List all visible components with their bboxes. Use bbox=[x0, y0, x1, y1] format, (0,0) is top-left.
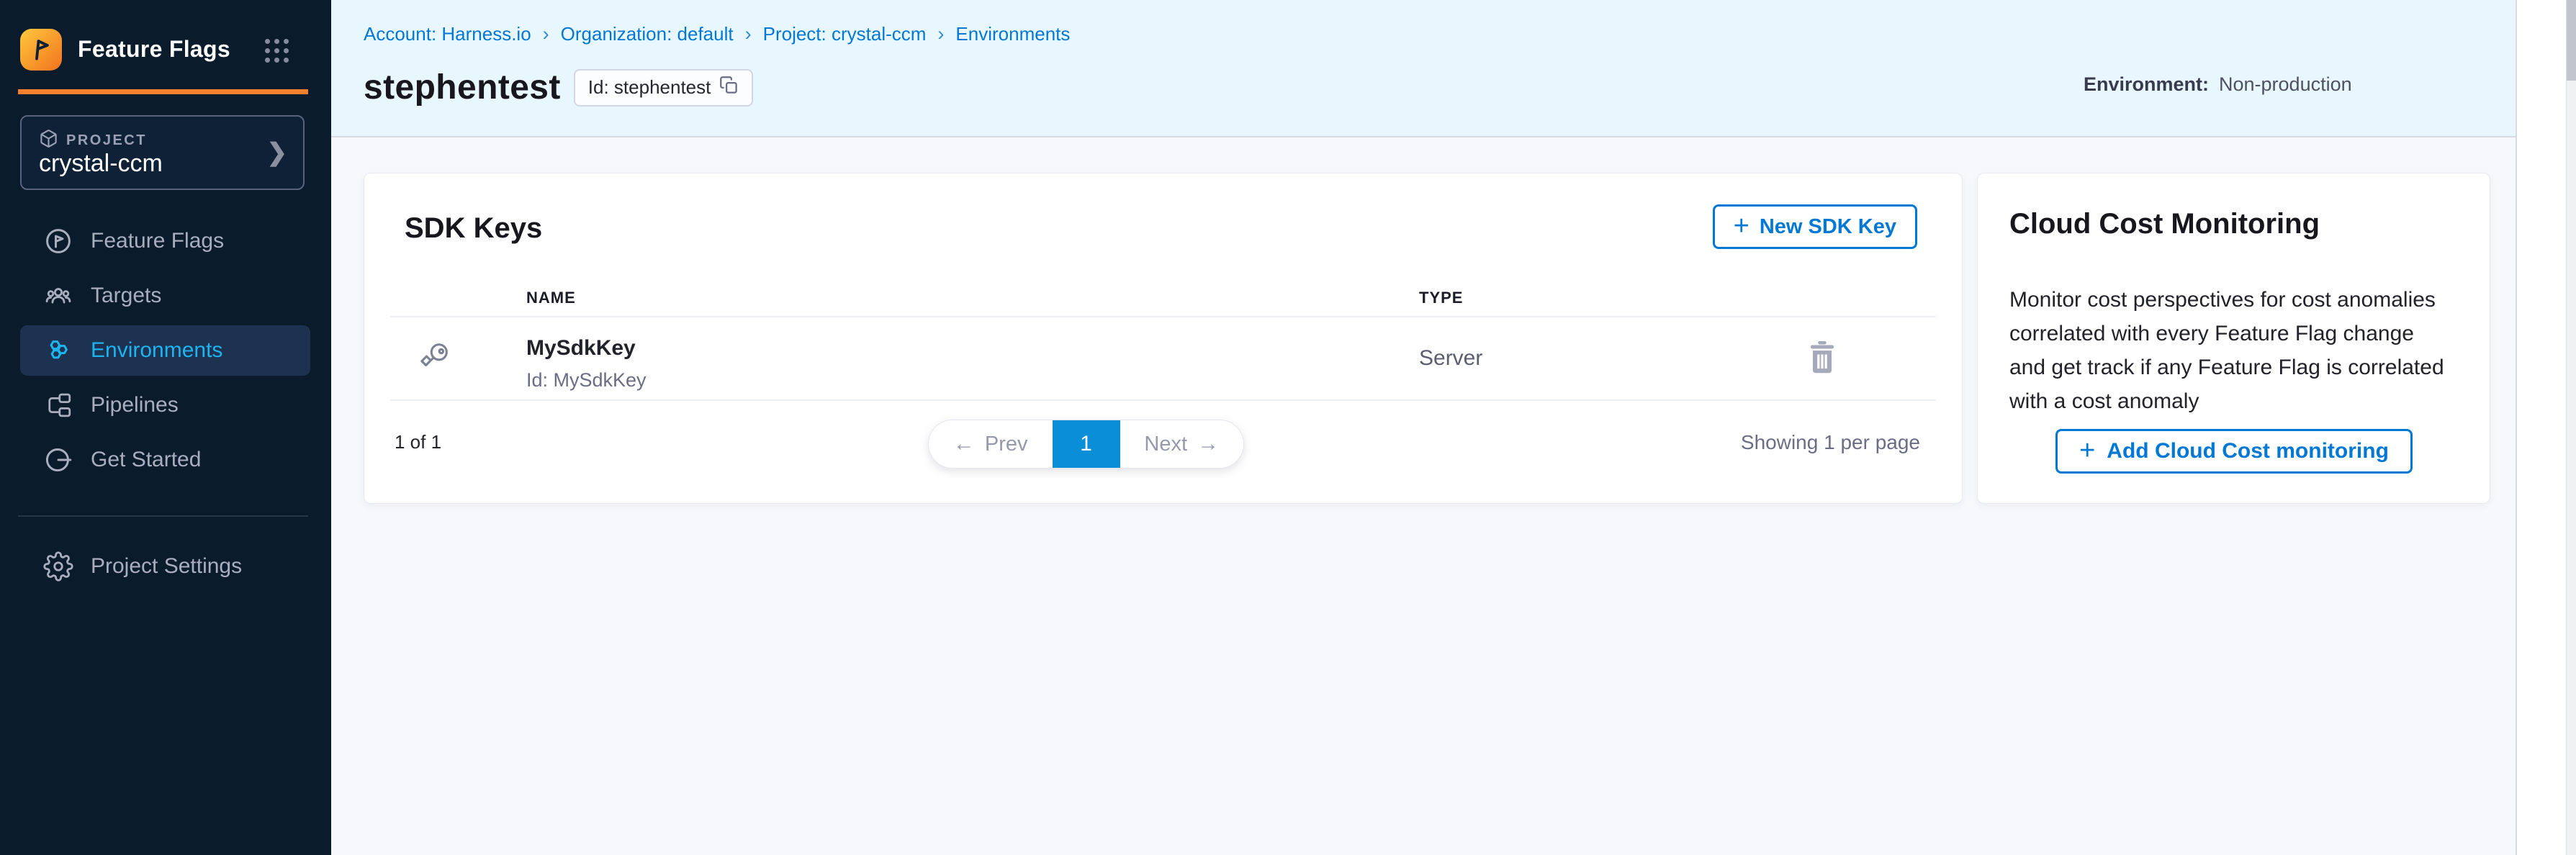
page-title: stephentest bbox=[364, 68, 561, 107]
hexagons-icon bbox=[43, 335, 73, 366]
sidebar-item-label: Pipelines bbox=[91, 393, 179, 417]
row-divider bbox=[390, 399, 1936, 401]
row-divider bbox=[390, 316, 1936, 317]
add-cloud-cost-label: Add Cloud Cost monitoring bbox=[2107, 439, 2389, 463]
pagination-prev-button[interactable]: ← Prev bbox=[929, 420, 1053, 468]
app-window: Feature Flags PROJECT crystal-ccm ❯ bbox=[0, 0, 2576, 855]
sidebar-item-feature-flags[interactable]: Feature Flags bbox=[20, 216, 310, 266]
flag-circle-icon bbox=[43, 226, 73, 256]
app-switcher-grid-icon[interactable] bbox=[265, 39, 289, 63]
pagination-next-label: Next bbox=[1144, 433, 1187, 456]
pagination-next-button[interactable]: Next → bbox=[1120, 420, 1244, 468]
gear-icon bbox=[43, 551, 73, 582]
environment-id-chip[interactable]: Id: stephentest bbox=[574, 69, 754, 107]
breadcrumb-environments[interactable]: Environments bbox=[955, 23, 1070, 45]
chevron-right-icon: › bbox=[937, 23, 944, 45]
plus-icon: + bbox=[1734, 212, 1749, 240]
scrollbar-thumb[interactable] bbox=[2567, 0, 2576, 81]
sidebar-item-label: Get Started bbox=[91, 448, 201, 472]
sidebar-item-label: Environments bbox=[91, 338, 222, 363]
cube-icon bbox=[39, 129, 58, 152]
sidebar-item-get-started[interactable]: Get Started bbox=[20, 435, 310, 485]
pagination-per-page: Showing 1 per page bbox=[1741, 431, 1920, 454]
arrow-right-icon: → bbox=[1197, 432, 1219, 456]
sidebar-divider bbox=[18, 515, 308, 517]
sidebar-item-targets[interactable]: Targets bbox=[20, 271, 310, 321]
chevron-right-icon: › bbox=[745, 23, 752, 45]
chevron-right-icon: ❯ bbox=[267, 138, 288, 167]
breadcrumb-organization[interactable]: Organization: default bbox=[561, 23, 734, 45]
add-cloud-cost-monitoring-button[interactable]: + Add Cloud Cost monitoring bbox=[2055, 429, 2413, 474]
cloud-cost-title: Cloud Cost Monitoring bbox=[2009, 208, 2320, 240]
sdk-key-type: Server bbox=[1419, 346, 1482, 371]
pagination-summary: 1 of 1 bbox=[395, 431, 441, 453]
app-title: Feature Flags bbox=[78, 36, 230, 63]
project-selector-label: PROJECT bbox=[66, 132, 147, 149]
environment-type: Environment: Non-production bbox=[2084, 73, 2352, 96]
new-sdk-key-label: New SDK Key bbox=[1760, 215, 1896, 239]
sidebar-item-environments[interactable]: Environments bbox=[20, 325, 310, 376]
chevron-right-icon: › bbox=[543, 23, 549, 45]
project-selector[interactable]: PROJECT crystal-ccm ❯ bbox=[20, 115, 305, 190]
pagination-page-1-button[interactable]: 1 bbox=[1053, 420, 1120, 468]
column-header-name: NAME bbox=[526, 289, 576, 307]
get-started-icon bbox=[43, 445, 73, 475]
sdk-key-name: MySdkKey bbox=[526, 336, 636, 361]
people-icon bbox=[43, 281, 73, 311]
sidebar-item-label: Project Settings bbox=[91, 554, 242, 579]
arrow-left-icon: ← bbox=[953, 432, 975, 456]
column-header-type: TYPE bbox=[1419, 289, 1463, 307]
sidebar-item-pipelines[interactable]: Pipelines bbox=[20, 380, 310, 430]
environment-type-value: Non-production bbox=[2219, 73, 2352, 96]
cloud-cost-description: Monitor cost perspectives for cost anoma… bbox=[2009, 283, 2450, 418]
environment-type-label: Environment: bbox=[2084, 73, 2209, 96]
pagination-pill: ← Prev 1 Next → bbox=[928, 420, 1244, 469]
breadcrumb-project[interactable]: Project: crystal-ccm bbox=[763, 23, 927, 45]
copy-icon[interactable] bbox=[719, 76, 739, 100]
right-rail bbox=[2516, 0, 2576, 855]
cloud-cost-monitoring-card: Cloud Cost Monitoring Monitor cost persp… bbox=[1977, 173, 2490, 504]
main-content: SDK Keys + New SDK Key NAME TYPE bbox=[331, 137, 2516, 855]
breadcrumb: Account: Harness.io › Organization: defa… bbox=[364, 23, 1070, 45]
key-icon bbox=[419, 340, 452, 374]
pagination-prev-label: Prev bbox=[985, 433, 1028, 456]
breadcrumb-account[interactable]: Account: Harness.io bbox=[364, 23, 531, 45]
scrollbar-track[interactable] bbox=[2566, 0, 2576, 855]
sdk-key-id: Id: MySdkKey bbox=[526, 369, 647, 392]
sidebar-item-label: Targets bbox=[91, 284, 161, 308]
environment-id-text: Id: stephentest bbox=[588, 76, 711, 99]
sidebar-menu: Feature Flags Targets bbox=[20, 216, 310, 485]
sidebar-item-label: Feature Flags bbox=[91, 229, 224, 253]
delete-sdk-key-button[interactable] bbox=[1806, 339, 1839, 375]
pipelines-icon bbox=[43, 390, 73, 420]
project-selector-value: crystal-ccm bbox=[39, 150, 163, 178]
sidebar-item-project-settings[interactable]: Project Settings bbox=[20, 541, 310, 592]
page-header: Account: Harness.io › Organization: defa… bbox=[331, 0, 2516, 137]
sidebar: Feature Flags PROJECT crystal-ccm ❯ bbox=[0, 0, 331, 855]
feature-flags-logo-icon bbox=[20, 29, 62, 71]
plus-icon: + bbox=[2079, 437, 2095, 464]
sdk-keys-card: SDK Keys + New SDK Key NAME TYPE bbox=[364, 173, 1963, 504]
module-accent-divider bbox=[18, 89, 308, 94]
sdk-keys-title: SDK Keys bbox=[405, 212, 542, 245]
new-sdk-key-button[interactable]: + New SDK Key bbox=[1713, 204, 1917, 249]
